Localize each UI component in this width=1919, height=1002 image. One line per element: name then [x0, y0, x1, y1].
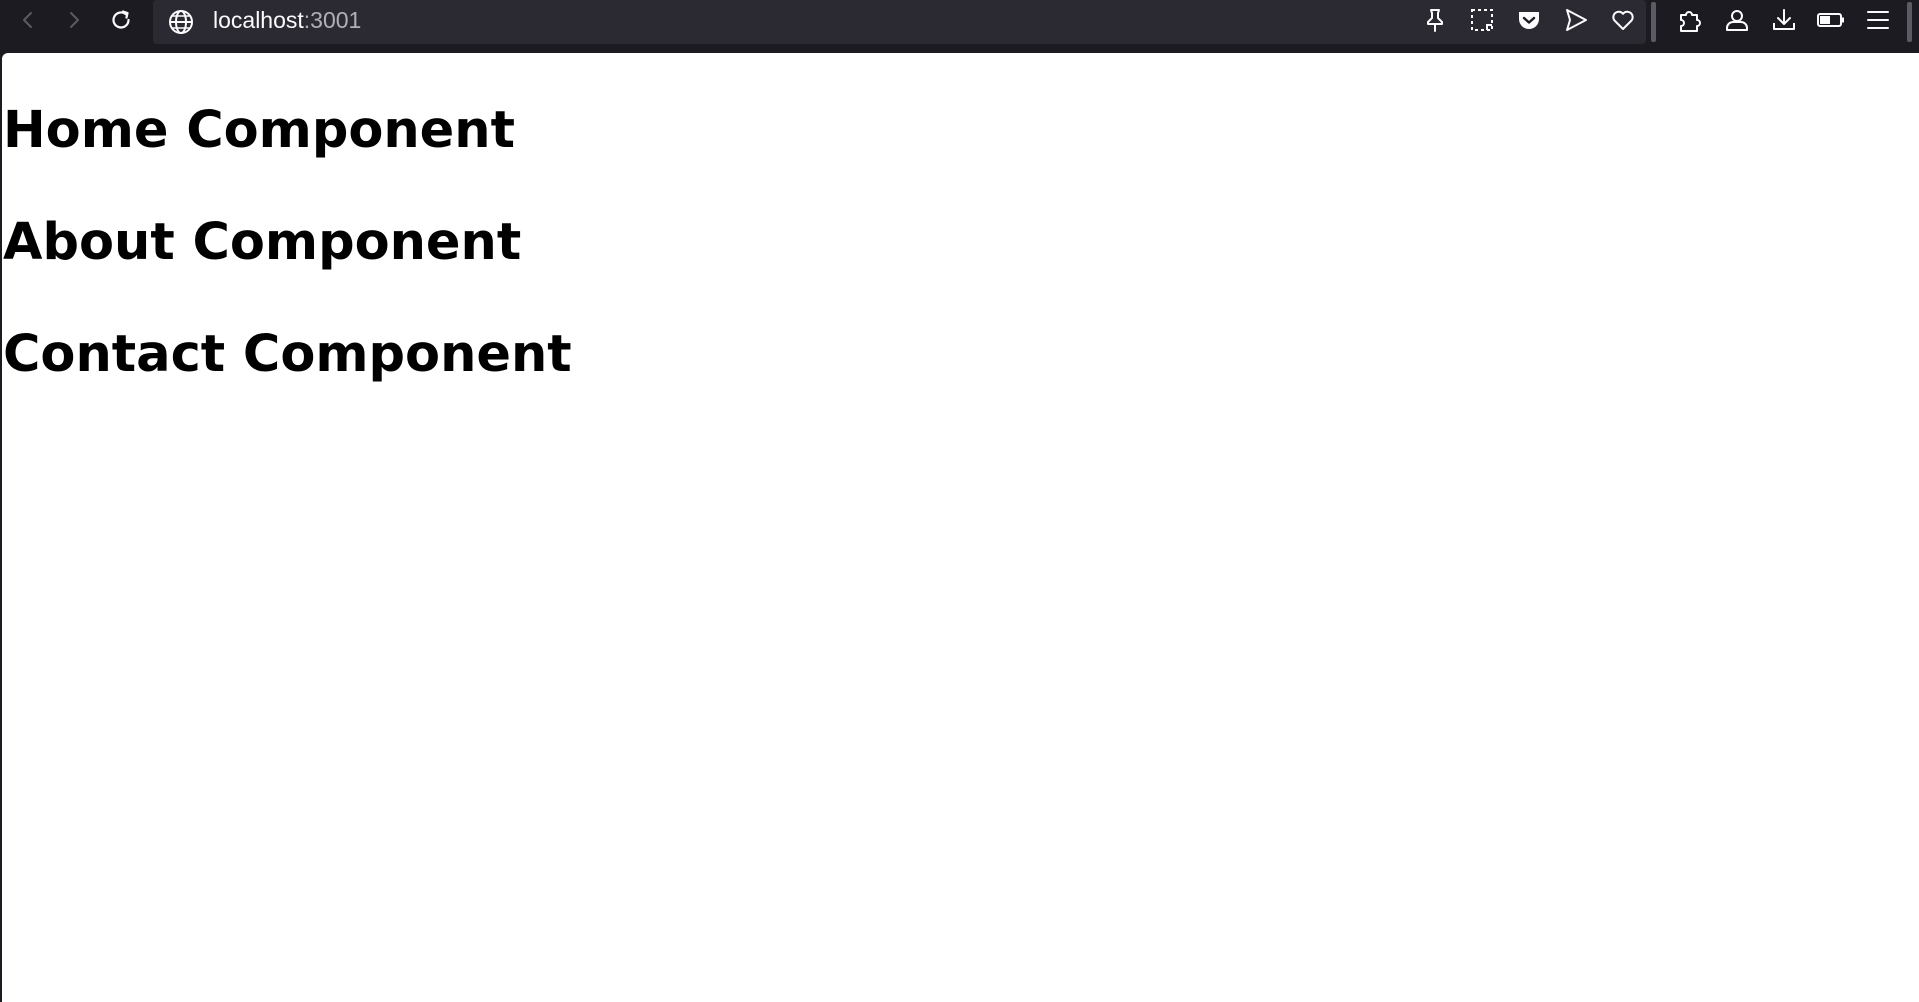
- url-port: :3001: [303, 7, 362, 33]
- heart-icon: [1611, 10, 1634, 30]
- battery-button[interactable]: [1807, 0, 1854, 40]
- toolbar-edge-separator: [1907, 2, 1912, 42]
- puzzle-icon: [1679, 11, 1701, 32]
- extensions-button[interactable]: [1666, 0, 1713, 40]
- pocket-icon: [1518, 12, 1539, 29]
- back-button[interactable]: [8, 0, 48, 40]
- url-host: localhost: [213, 7, 304, 33]
- screenshot-button[interactable]: [1458, 0, 1505, 40]
- send-button[interactable]: [1552, 0, 1599, 40]
- contact-component-heading: Contact Component: [3, 325, 572, 384]
- account-icon: [1725, 10, 1748, 31]
- page-viewport: Home Component About Component Contact C…: [2, 53, 1919, 1002]
- toolbar-separator: [1651, 2, 1656, 42]
- menu-button[interactable]: [1854, 0, 1901, 40]
- pin-icon: [1426, 9, 1443, 32]
- reload-icon: [112, 10, 130, 29]
- url-text[interactable]: localhost:3001: [213, 0, 361, 40]
- account-button[interactable]: [1713, 0, 1760, 40]
- forward-button[interactable]: [54, 0, 94, 40]
- right-toolbar: [1666, 0, 1901, 40]
- reload-button[interactable]: [101, 0, 141, 40]
- favorite-button[interactable]: [1599, 0, 1646, 40]
- url-actions: [1411, 0, 1646, 40]
- url-bar[interactable]: localhost:3001: [153, 0, 1646, 44]
- battery-icon: [1816, 13, 1844, 27]
- downloads-button[interactable]: [1760, 0, 1807, 40]
- site-info-button[interactable]: [165, 6, 197, 38]
- browser-toolbar: localhost:3001: [0, 0, 1919, 52]
- about-component-heading: About Component: [3, 213, 522, 272]
- send-icon: [1565, 9, 1587, 31]
- pocket-button[interactable]: [1505, 0, 1552, 40]
- home-component-heading: Home Component: [3, 101, 515, 160]
- download-icon: [1772, 9, 1795, 30]
- pin-tab-button[interactable]: [1411, 0, 1458, 40]
- menu-icon: [1866, 11, 1889, 29]
- screenshot-icon: [1470, 9, 1493, 31]
- forward-arrow-icon: [70, 12, 79, 28]
- back-arrow-icon: [23, 12, 32, 28]
- globe-icon: [169, 10, 193, 34]
